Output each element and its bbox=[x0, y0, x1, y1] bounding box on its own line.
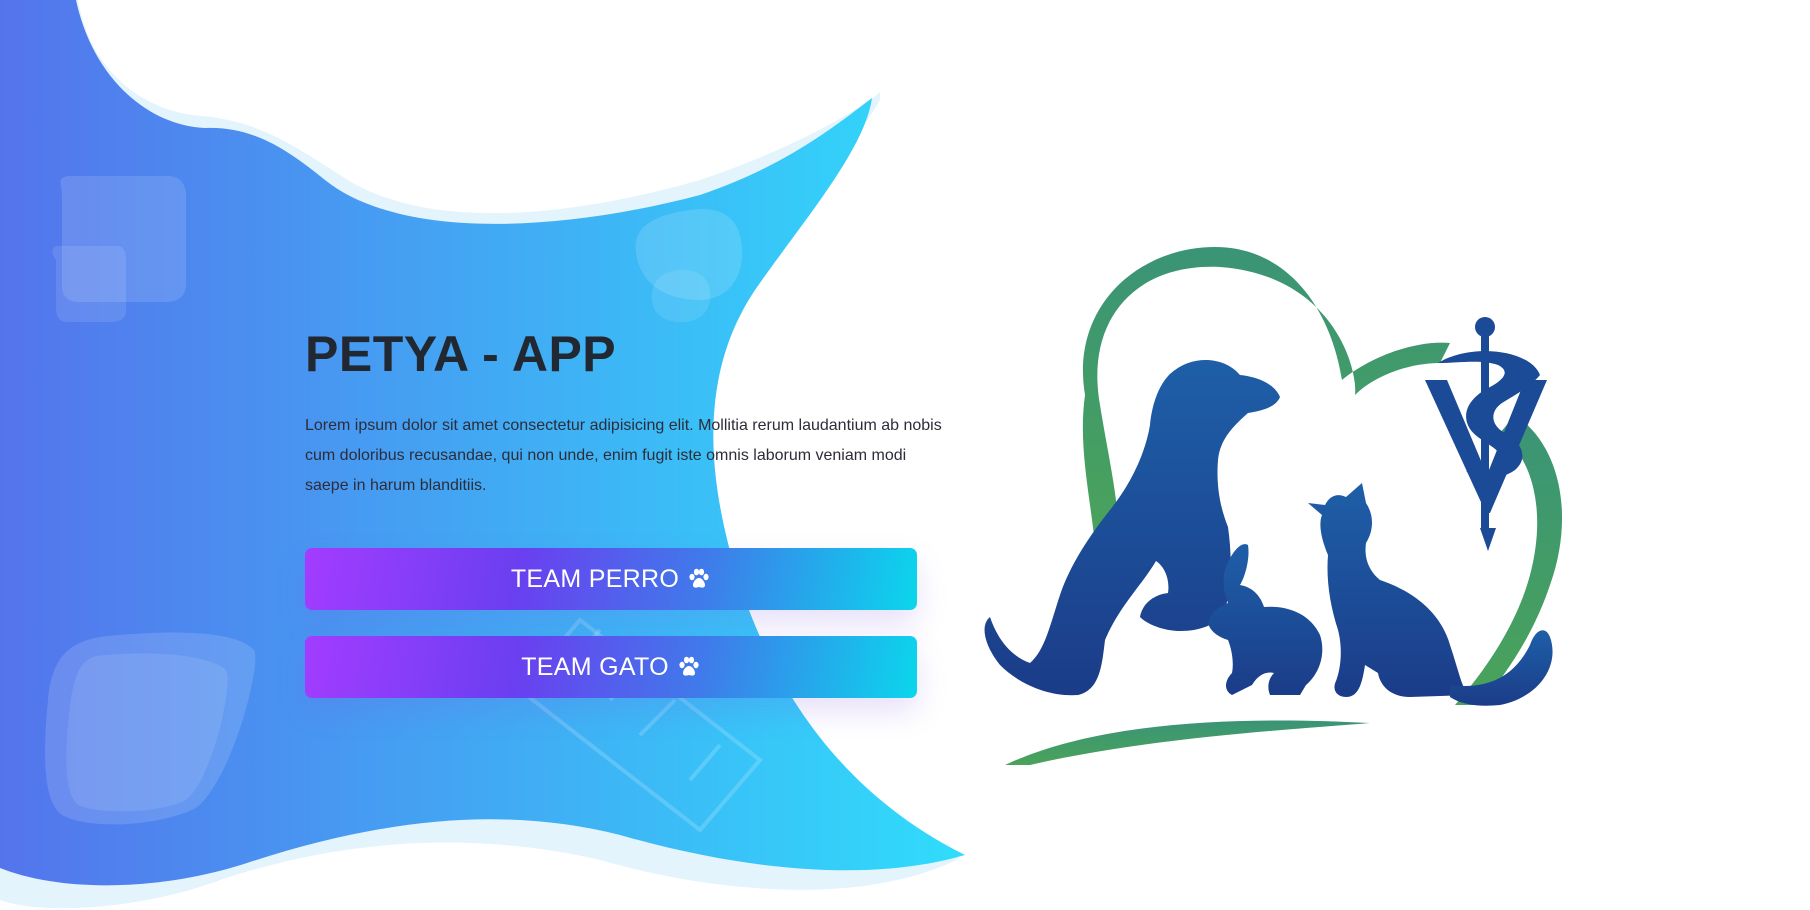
team-perro-label: TEAM PERRO bbox=[510, 564, 680, 593]
paw-icon bbox=[679, 656, 699, 676]
team-gato-button[interactable]: TEAM GATO bbox=[305, 636, 917, 698]
hero-section: PETYA - APP Lorem ipsum dolor sit amet c… bbox=[305, 325, 945, 501]
hero-description: Lorem ipsum dolor sit amet consectetur a… bbox=[305, 417, 942, 494]
team-gato-label: TEAM GATO bbox=[521, 652, 669, 681]
veterinary-logo-icon bbox=[984, 247, 1563, 765]
landing-page: PETYA - APP Lorem ipsum dolor sit amet c… bbox=[0, 0, 1810, 910]
paw-icon bbox=[689, 568, 709, 588]
page-title: PETYA - APP bbox=[305, 326, 617, 382]
team-perro-button[interactable]: TEAM PERRO bbox=[305, 548, 917, 610]
